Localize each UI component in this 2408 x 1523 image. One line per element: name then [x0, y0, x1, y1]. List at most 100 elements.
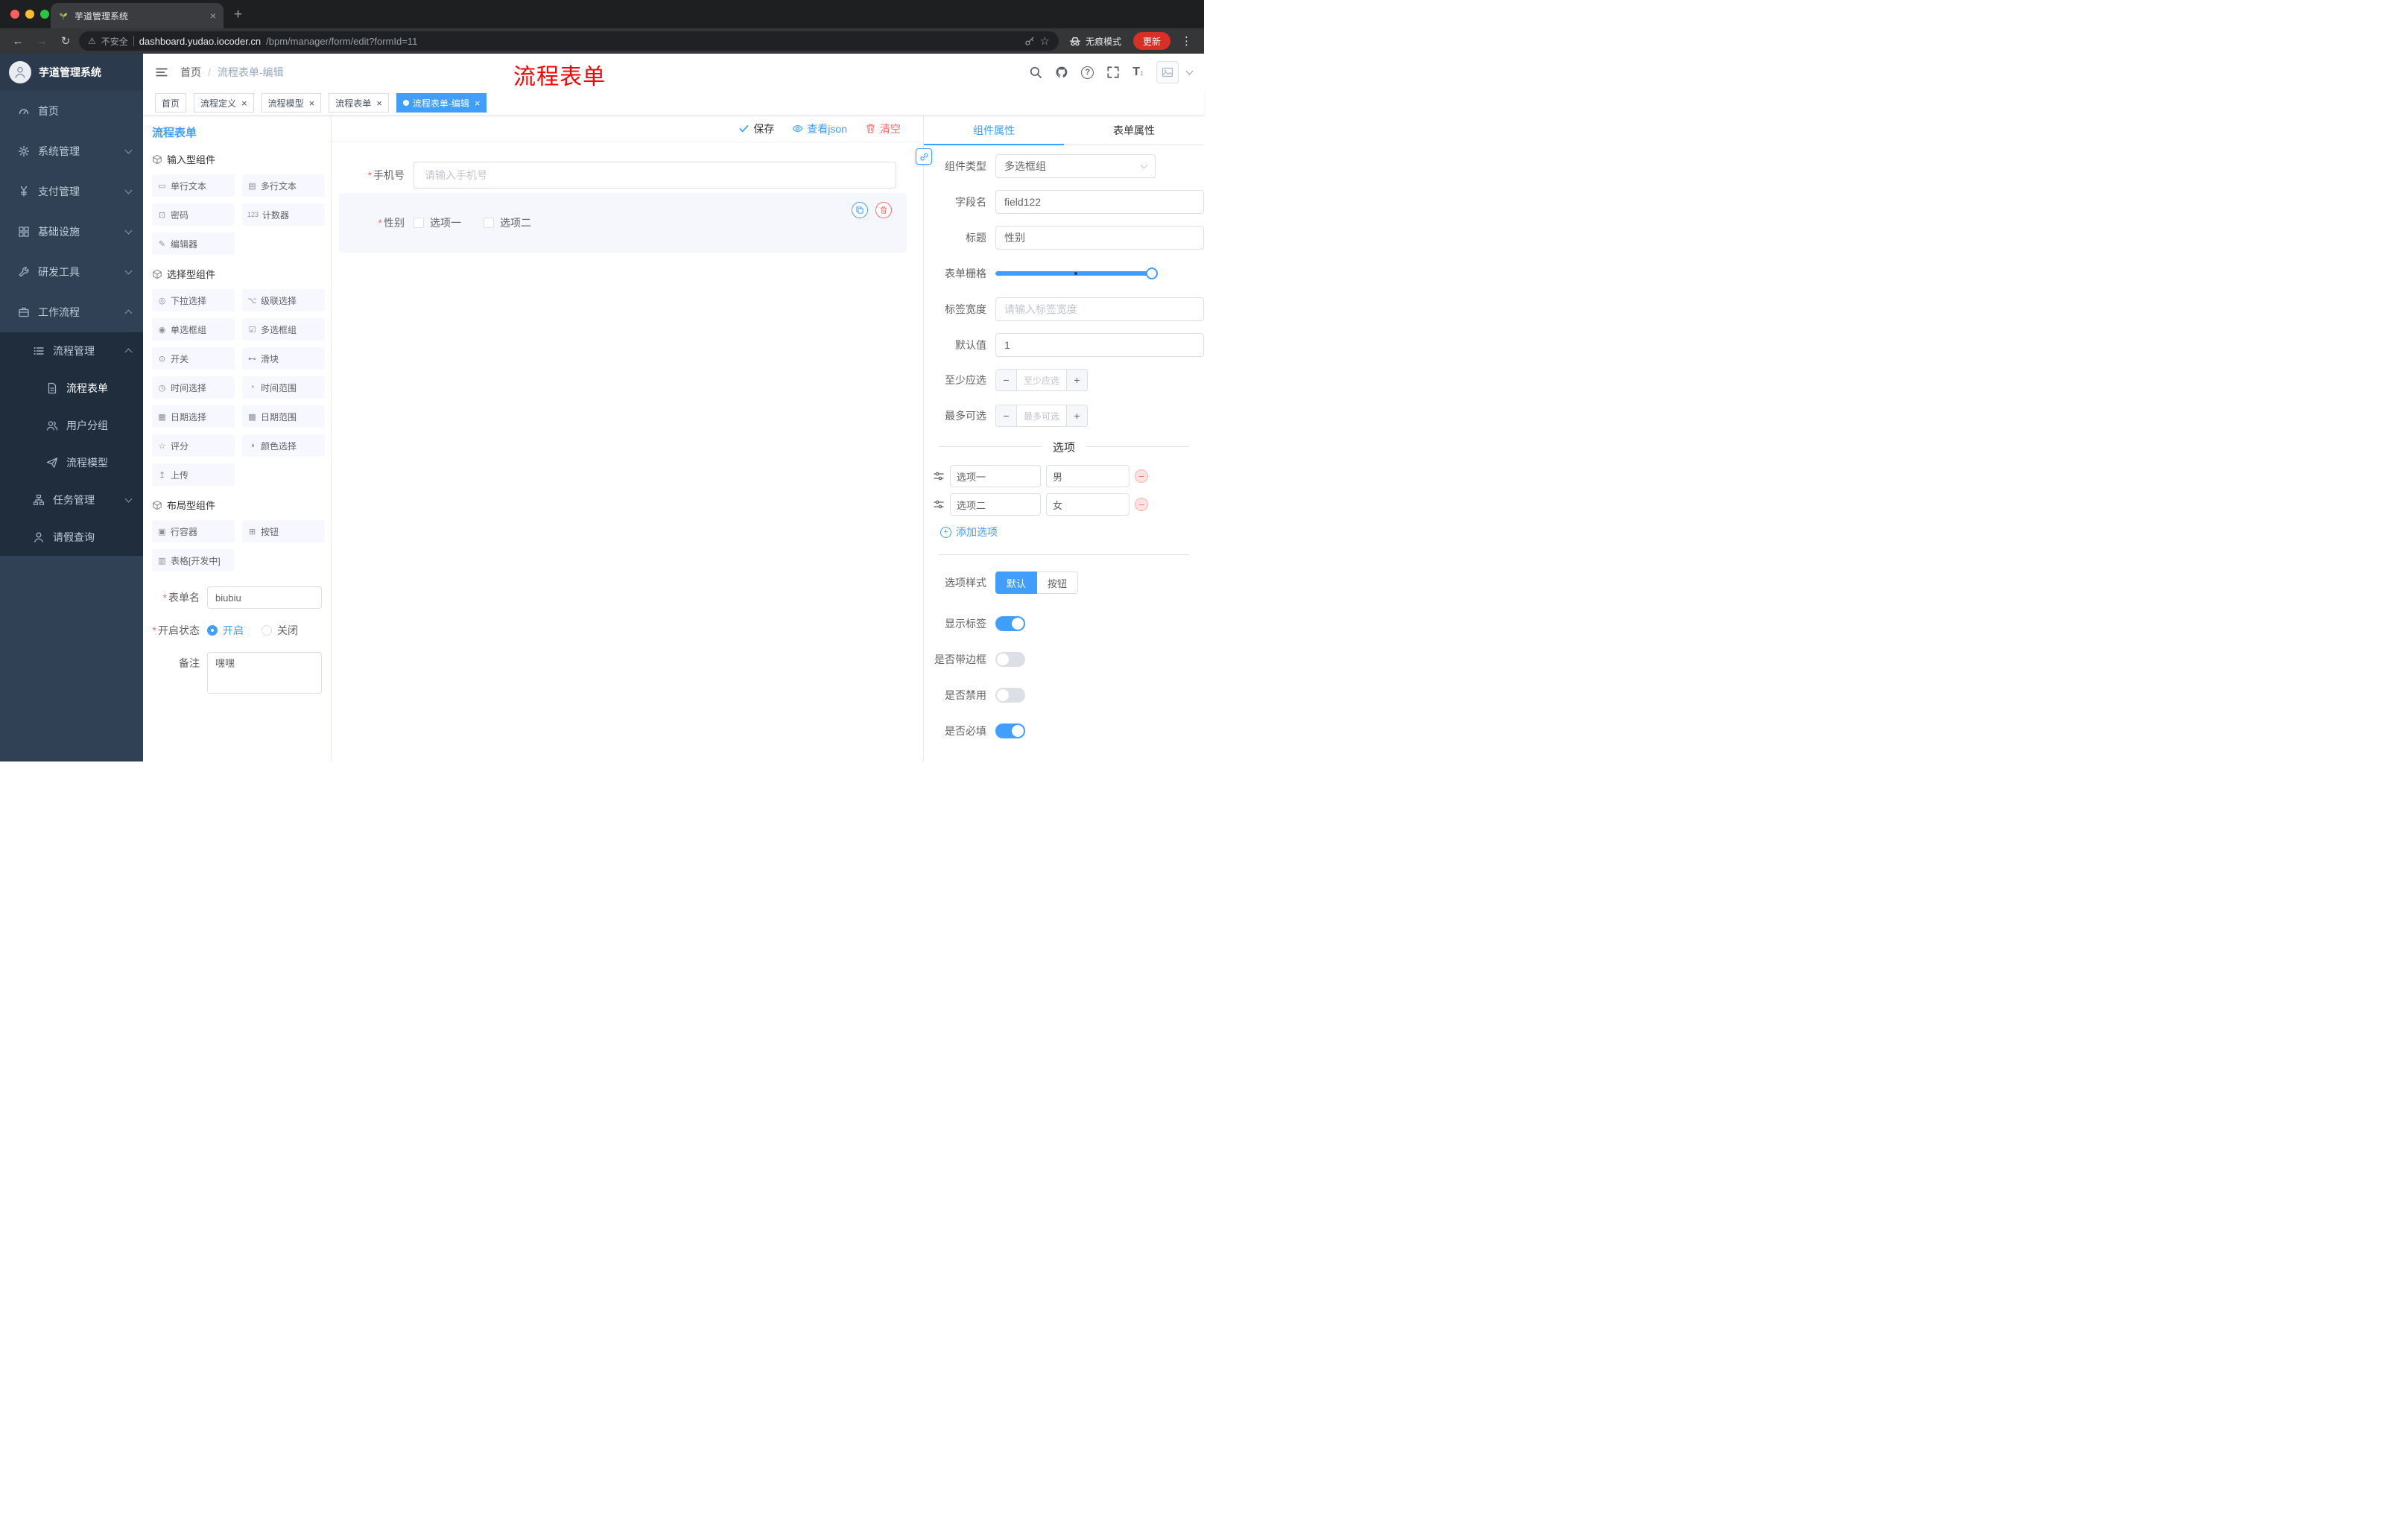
save-button[interactable]: 保存 — [738, 121, 774, 136]
help-icon[interactable]: ? — [1081, 66, 1094, 79]
option-value-input[interactable] — [1046, 493, 1129, 516]
status-on-radio[interactable]: 开启 — [207, 623, 244, 638]
title-input[interactable] — [995, 226, 1204, 250]
phone-input[interactable] — [414, 162, 896, 189]
github-icon[interactable] — [1055, 66, 1068, 79]
sidebar-item-task-management[interactable]: 任务管理 — [0, 481, 143, 519]
max-select-value[interactable]: 最多可选 — [1017, 405, 1066, 426]
palette-item[interactable]: ◎ 下拉选择 — [152, 289, 235, 311]
plus-button[interactable]: + — [1066, 370, 1087, 390]
copy-component-button[interactable] — [852, 202, 868, 218]
palette-item[interactable]: ◔ 时间范围 — [242, 376, 325, 399]
tag-view-item[interactable]: 首页 — [155, 93, 187, 113]
gender-option2-checkbox[interactable]: 选项二 — [484, 215, 531, 230]
sidebar-item-leave-query[interactable]: 请假查询 — [0, 519, 143, 556]
style-button-button[interactable]: 按钮 — [1037, 571, 1079, 594]
form-grid-slider[interactable] — [995, 262, 1158, 285]
tab-component-props[interactable]: 组件属性 — [924, 115, 1064, 145]
font-size-icon[interactable]: T↕ — [1132, 66, 1144, 79]
slider-handle[interactable] — [1146, 267, 1158, 279]
show-label-switch[interactable] — [995, 616, 1025, 631]
palette-item[interactable]: ☆ 评分 — [152, 434, 235, 457]
option-value-input[interactable] — [1046, 465, 1129, 487]
sidebar-item-home[interactable]: 首页 — [0, 91, 143, 131]
palette-item[interactable]: ◑ 颜色选择 — [242, 434, 325, 457]
password-key-icon[interactable] — [1024, 36, 1035, 46]
sidebar-item-dev-tools[interactable]: 研发工具 — [0, 252, 143, 292]
hamburger-icon[interactable] — [155, 66, 168, 79]
palette-item[interactable]: ◷ 时间选择 — [152, 376, 235, 399]
canvas-field-phone[interactable]: * 手机号 — [332, 162, 923, 189]
tag-close-icon[interactable]: × — [475, 98, 481, 109]
window-minimize-button[interactable] — [25, 10, 34, 19]
fullscreen-icon[interactable] — [1106, 66, 1120, 79]
tag-view-item-active[interactable]: 流程表单-编辑 × — [396, 93, 487, 113]
tag-close-icon[interactable]: × — [241, 98, 247, 109]
palette-item[interactable]: ▭ 单行文本 — [152, 174, 235, 197]
sidebar-item-payment-management[interactable]: 支付管理 — [0, 171, 143, 212]
back-button[interactable]: ← — [7, 35, 28, 48]
sidebar-item-workflow[interactable]: 工作流程 — [0, 292, 143, 332]
style-default-button[interactable]: 默认 — [995, 571, 1038, 594]
form-remark-textarea[interactable]: 嘿嘿 — [207, 652, 322, 694]
option-name-input[interactable] — [950, 493, 1041, 516]
palette-item[interactable]: ✎ 编辑器 — [152, 232, 235, 255]
new-tab-button[interactable]: + — [234, 7, 242, 23]
view-json-button[interactable]: 查看json — [792, 121, 847, 136]
sidebar-item-process-form[interactable]: 流程表单 — [0, 370, 143, 407]
canvas-field-gender-selected[interactable]: * 性别 选项一 选项二 — [339, 193, 907, 253]
add-option-button[interactable]: + 添加选项 — [924, 525, 1204, 539]
user-avatar[interactable] — [1156, 61, 1179, 83]
sidebar-item-infrastructure[interactable]: 基础设施 — [0, 212, 143, 252]
palette-item[interactable]: ⊷ 滑块 — [242, 347, 325, 370]
palette-item[interactable]: ▤ 多行文本 — [242, 174, 325, 197]
status-off-radio[interactable]: 关闭 — [262, 623, 298, 638]
remove-option-button[interactable]: − — [1135, 498, 1148, 511]
url-field[interactable]: ⚠ 不安全 dashboard.yudao.iocoder.cn/bpm/man… — [79, 31, 1059, 51]
palette-item[interactable]: ⊡ 密码 — [152, 203, 235, 226]
disabled-switch[interactable] — [995, 688, 1025, 703]
tag-view-item[interactable]: 流程表单 × — [329, 93, 389, 113]
required-switch[interactable] — [995, 723, 1025, 738]
tag-close-icon[interactable]: × — [376, 98, 382, 109]
tab-close-icon[interactable]: × — [210, 10, 216, 22]
tag-view-item[interactable]: 流程模型 × — [261, 93, 322, 113]
delete-component-button[interactable] — [875, 202, 892, 218]
palette-item[interactable]: ▦ 日期选择 — [152, 405, 235, 428]
gender-option1-checkbox[interactable]: 选项一 — [414, 215, 461, 230]
sidebar-item-user-group[interactable]: 用户分组 — [0, 407, 143, 444]
remove-option-button[interactable]: − — [1135, 469, 1148, 483]
window-zoom-button[interactable] — [40, 10, 49, 19]
palette-item[interactable]: ☑ 多选框组 — [242, 318, 325, 341]
palette-item[interactable]: ⊙ 开关 — [152, 347, 235, 370]
palette-item[interactable]: ▥ 表格[开发中] — [152, 549, 235, 571]
border-switch[interactable] — [995, 652, 1025, 667]
option-name-input[interactable] — [950, 465, 1041, 487]
min-select-value[interactable]: 至少应选 — [1017, 370, 1066, 390]
clear-button[interactable]: 清空 — [865, 121, 901, 136]
drag-handle-icon[interactable] — [933, 470, 945, 482]
minus-button[interactable]: − — [996, 370, 1017, 390]
search-icon[interactable] — [1029, 66, 1042, 79]
tag-view-item[interactable]: 流程定义 × — [194, 93, 254, 113]
palette-item[interactable]: ⊞ 按钮 — [242, 520, 325, 542]
plus-button[interactable]: + — [1066, 405, 1087, 426]
label-width-input[interactable] — [995, 297, 1204, 321]
tab-form-props[interactable]: 表单属性 — [1064, 115, 1204, 145]
palette-item[interactable]: ▣ 行容器 — [152, 520, 235, 542]
browser-menu-icon[interactable]: ⋮ — [1181, 34, 1192, 48]
palette-item[interactable]: ◉ 单选框组 — [152, 318, 235, 341]
sidebar-item-process-model[interactable]: 流程模型 — [0, 444, 143, 481]
browser-tab[interactable]: 芋道管理系统 × — [51, 3, 224, 28]
default-value-input[interactable] — [995, 333, 1204, 357]
reload-button[interactable]: ↻ — [55, 34, 76, 48]
palette-item[interactable]: 123 计数器 — [242, 203, 325, 226]
palette-item[interactable]: ↥ 上传 — [152, 463, 235, 486]
palette-item[interactable]: ⌥ 级联选择 — [242, 289, 325, 311]
drag-handle-icon[interactable] — [933, 498, 945, 510]
sidebar-item-system-management[interactable]: 系统管理 — [0, 131, 143, 171]
minus-button[interactable]: − — [996, 405, 1017, 426]
tag-close-icon[interactable]: × — [309, 98, 315, 109]
link-icon[interactable] — [916, 148, 932, 165]
palette-item[interactable]: ▩ 日期范围 — [242, 405, 325, 428]
